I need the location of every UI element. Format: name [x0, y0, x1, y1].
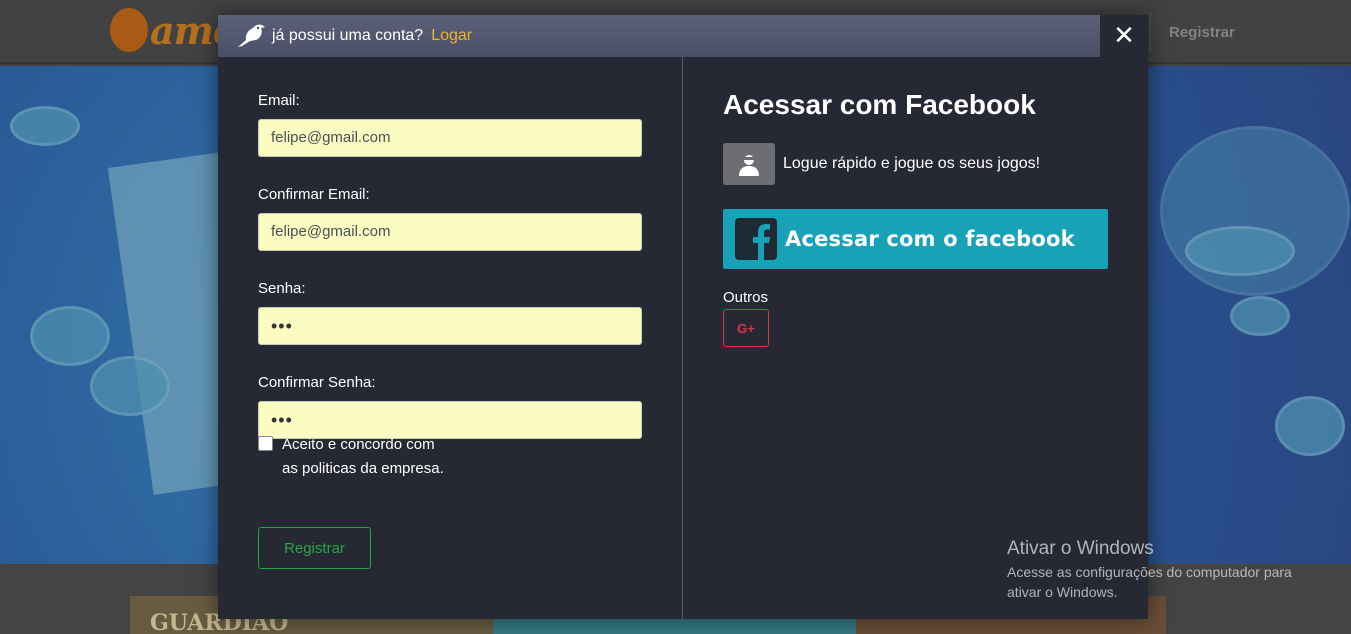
facebook-button-label: Acessar com o facebook [785, 227, 1075, 251]
facebook-login-button[interactable]: Acessar com o facebook [723, 209, 1108, 269]
modal-header: já possui uma conta? Logar ✕ [218, 15, 1148, 57]
header-text: já possui uma conta? [272, 27, 424, 44]
register-modal: já possui uma conta? Logar ✕ Email: feli… [218, 15, 1148, 619]
register-button[interactable]: Registrar [258, 527, 371, 569]
register-form: Email: felipe@gmail.com Confirmar Email:… [258, 91, 642, 467]
tagline-text: Logue rápido e jogue os seus jogos! [783, 155, 1041, 172]
email-field[interactable]: felipe@gmail.com [258, 119, 642, 157]
windows-activation-subtitle: Acesse as configurações do computador pa… [1007, 564, 1292, 600]
confirm-password-label: Confirmar Senha: [258, 374, 376, 391]
crow-icon [238, 24, 265, 47]
close-button[interactable]: ✕ [1100, 15, 1148, 57]
password-label: Senha: [258, 280, 306, 297]
terms-text: Aceito e concordo com as politicas da em… [282, 436, 444, 477]
facebook-icon [735, 218, 777, 260]
confirm-email-field[interactable]: felipe@gmail.com [258, 213, 642, 251]
windows-activation-title: Ativar o Windows [1007, 538, 1154, 559]
google-plus-icon: G+ [737, 320, 755, 336]
others-label: Outros [723, 289, 769, 306]
login-link[interactable]: Logar [431, 27, 472, 45]
terms-agreement: Aceito e concordo com as politicas da em… [258, 433, 448, 481]
email-label: Email: [258, 92, 300, 109]
close-icon: ✕ [1113, 21, 1135, 51]
facebook-tagline: Logue rápido e jogue os seus jogos! [723, 143, 1040, 185]
user-silhouette-icon [739, 155, 759, 176]
google-plus-button[interactable]: G+ [723, 309, 769, 347]
facebook-section-title: Acessar com Facebook [723, 89, 1036, 120]
user-icon [723, 143, 775, 185]
column-divider [682, 57, 683, 619]
confirm-email-label: Confirmar Email: [258, 186, 370, 203]
facebook-f-glyph [753, 224, 770, 260]
password-field[interactable]: ••• [258, 307, 642, 345]
terms-checkbox[interactable] [258, 436, 273, 451]
